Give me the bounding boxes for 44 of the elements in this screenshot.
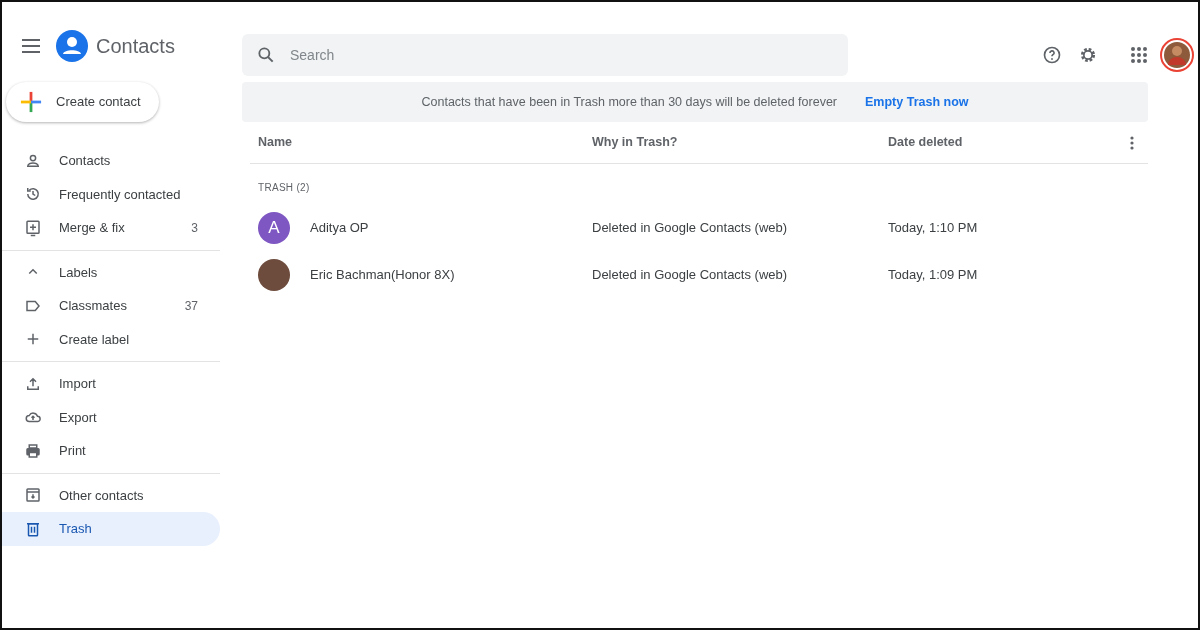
account-avatar[interactable] [1160,38,1194,72]
contact-name: Aditya OP [310,218,369,237]
contact-avatar: A [258,211,290,244]
sidebar-item[interactable]: Print [2,434,220,468]
more-options-icon[interactable] [1130,135,1134,150]
search-field[interactable]: Search [242,34,848,76]
help-icon[interactable] [1042,45,1062,65]
trash-reason: Deleted in Google Contacts (web) [592,266,788,282]
settings-icon[interactable] [1078,45,1098,65]
column-header: Why in Trash? [592,134,679,152]
sidebar-item[interactable]: Labels [2,255,220,289]
deleted-date: Today, 1:09 PM [888,266,978,282]
merge-icon[interactable] [24,218,42,237]
sidebar-item[interactable]: Trash [2,512,220,546]
search-icon[interactable] [256,45,276,65]
table-row[interactable]: Eric Bachman(Honor 8X) Deleted in Google Contacts (web) Today, 1:09 PM [250,251,1148,298]
table-row[interactable]: A Aditya OP Deleted in Google Contacts (web) Today, 1:10 PM [250,204,1148,251]
create-contact-button[interactable]: Create contact [6,82,159,122]
photo-placeholder [258,258,290,291]
archive-icon[interactable] [24,486,42,505]
apps-grid-icon[interactable] [1130,46,1148,64]
sidebar-item[interactable]: Classmates 37 [2,289,220,323]
sidebar-item[interactable]: Merge & fix 3 [2,211,220,245]
plus-icon [20,91,42,113]
contact-name: Eric Bachman(Honor 8X) [310,265,455,284]
sidebar-item[interactable]: Create label [2,322,220,356]
sidebar-item[interactable]: Other contacts [2,478,220,512]
item-count: 37 [184,297,198,315]
group-label: TRASH (2) [258,182,310,193]
sidebar-item[interactable]: Frequently contacted [2,177,220,211]
sidebar-item[interactable]: Contacts [2,144,220,178]
printer-icon[interactable] [24,441,42,460]
item-count: 3 [191,219,198,237]
column-header: Date deleted [888,134,964,152]
menu-icon[interactable] [22,39,40,53]
banner-message: Contacts that have been in Trash more than 30 days will be deleted forever [421,93,837,111]
contacts-logo-icon [56,30,88,62]
app-title: Contacts [96,34,175,59]
empty-trash-link[interactable]: Empty Trash now [865,92,969,112]
trash-reason: Deleted in Google Contacts (web) [592,219,788,235]
sidebar-item[interactable]: Export [2,400,220,434]
sidebar-item[interactable]: Import [2,367,220,401]
deleted-date: Today, 1:10 PM [888,219,978,235]
column-header: Name [257,134,294,152]
